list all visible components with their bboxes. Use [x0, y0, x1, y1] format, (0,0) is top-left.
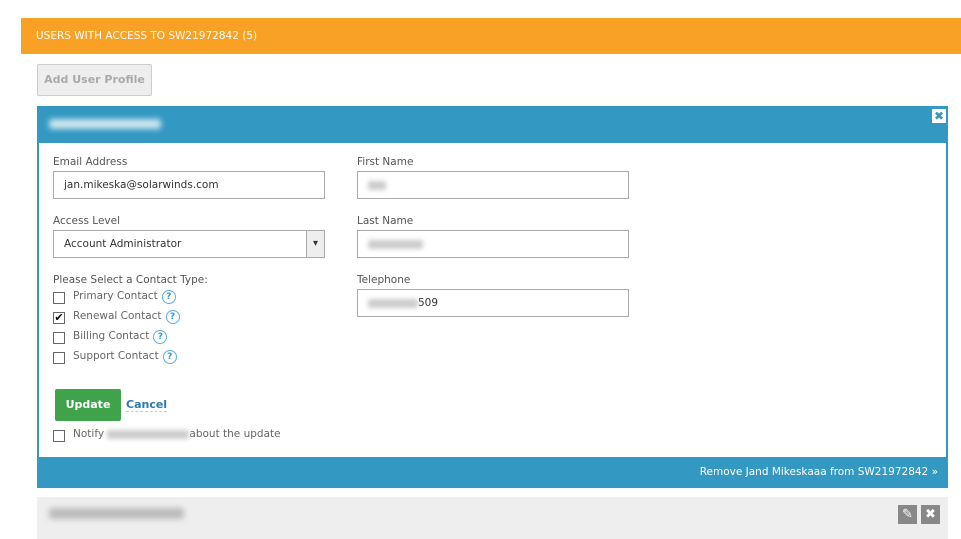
- access-level-select[interactable]: Account Administrator ▾: [53, 230, 325, 258]
- billing-contact-checkbox[interactable]: [53, 332, 65, 344]
- close-icon[interactable]: ✖: [921, 505, 940, 524]
- last-name-label: Last Name: [357, 215, 414, 227]
- add-user-profile-button[interactable]: Add User Profile: [37, 64, 152, 96]
- cancel-link[interactable]: Cancel: [126, 398, 168, 412]
- help-icon[interactable]: ?: [165, 310, 180, 324]
- close-icon[interactable]: ✖: [932, 109, 946, 123]
- notify-checkbox[interactable]: [53, 430, 65, 442]
- support-contact-checkbox[interactable]: [53, 352, 65, 364]
- last-name-field[interactable]: [357, 230, 629, 258]
- email-field[interactable]: jan.mikeska@solarwinds.com: [53, 171, 325, 199]
- help-icon[interactable]: ?: [153, 330, 168, 344]
- primary-contact-checkbox[interactable]: [53, 292, 65, 304]
- user-name-redacted: [49, 508, 184, 519]
- help-icon[interactable]: ?: [162, 350, 177, 364]
- email-label: Email Address: [53, 156, 128, 168]
- help-icon[interactable]: ?: [161, 290, 176, 304]
- first-name-field[interactable]: [357, 171, 629, 199]
- primary-contact-label: Primary Contact?: [73, 290, 176, 304]
- renewal-contact-checkbox[interactable]: ✔: [53, 312, 65, 324]
- notify-label: Notify about the update: [73, 428, 281, 440]
- contact-type-label: Please Select a Contact Type:: [53, 274, 208, 286]
- section-header: USERS WITH ACCESS TO SW21972842 (5): [21, 18, 961, 54]
- billing-contact-label: Billing Contact?: [73, 330, 168, 344]
- user-card[interactable]: ✎ ✖: [37, 497, 948, 539]
- telephone-field[interactable]: 509: [357, 289, 629, 317]
- panel-header: ✖: [37, 106, 948, 143]
- remove-user-link[interactable]: Remove Jand Mikeskaaa from SW21972842 »: [37, 457, 948, 488]
- access-level-value: Account Administrator: [64, 238, 182, 250]
- first-name-label: First Name: [357, 156, 414, 168]
- renewal-contact-label: Renewal Contact?: [73, 310, 180, 324]
- edit-icon[interactable]: ✎: [898, 505, 917, 524]
- access-level-label: Access Level: [53, 215, 120, 227]
- telephone-label: Telephone: [357, 274, 411, 286]
- support-contact-label: Support Contact?: [73, 350, 177, 364]
- update-button[interactable]: Update: [55, 389, 121, 421]
- chevron-down-icon: ▾: [306, 231, 324, 257]
- user-name-redacted: [49, 119, 161, 129]
- telephone-value: 509: [418, 297, 439, 309]
- user-panel: ✖ Email Address jan.mikeska@solarwinds.c…: [37, 106, 948, 488]
